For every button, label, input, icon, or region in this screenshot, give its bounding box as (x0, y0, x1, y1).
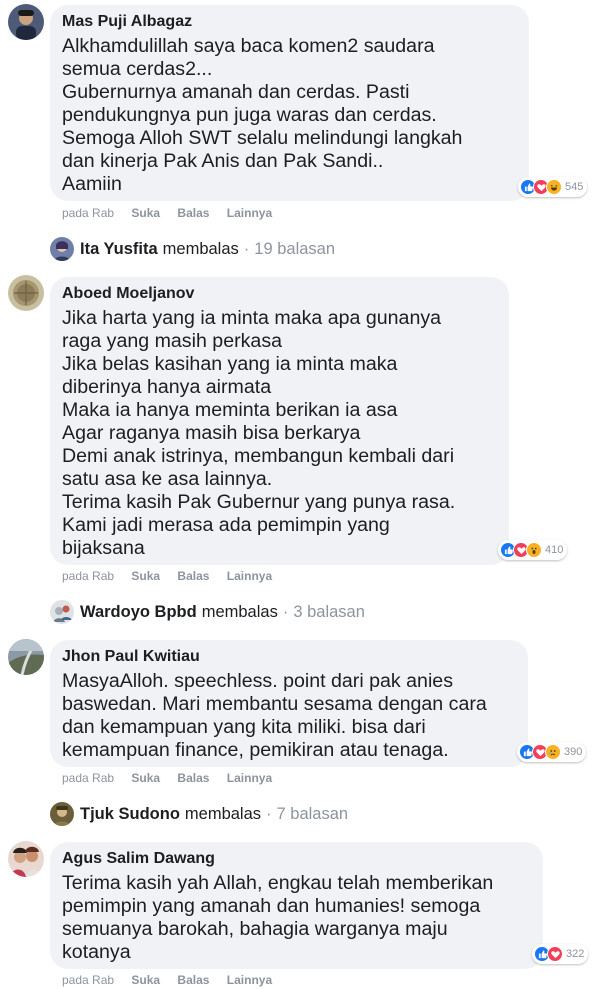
reaction-count: 322 (566, 948, 585, 960)
more-button[interactable]: Lainnya (227, 206, 272, 220)
comment-author[interactable]: Mas Puji Albagaz (62, 12, 517, 32)
comment-text: MasyaAlloh. speechless. point dari pak a… (62, 670, 487, 761)
separator: · (266, 804, 272, 823)
haha-reaction-icon (546, 179, 562, 195)
more-button[interactable]: Lainnya (227, 569, 272, 583)
separator: · (282, 602, 289, 621)
reply-author[interactable]: Wardoyo Bpbd (80, 603, 197, 622)
reply-verb: membalas (184, 804, 262, 823)
reply-author[interactable]: Ita Yusfita (80, 240, 158, 259)
avatar[interactable] (8, 639, 44, 675)
comment-bubble: Aboed Moeljanov Jika harta yang ia minta… (50, 277, 509, 565)
reaction-summary[interactable]: 390 (517, 742, 587, 762)
reaction-summary[interactable]: 545 (518, 177, 588, 197)
replies-preview[interactable]: Wardoyo Bpbd membalas · 3 balasan (50, 600, 365, 624)
reaction-summary[interactable]: 410 (498, 540, 568, 560)
comment-author[interactable]: Jhon Paul Kwitiau (62, 647, 516, 667)
reply-count[interactable]: 7 balasan (277, 805, 349, 824)
reply-button[interactable]: Balas (177, 973, 209, 987)
love-reaction-icon (547, 946, 563, 962)
reply-button[interactable]: Balas (177, 771, 209, 785)
more-button[interactable]: Lainnya (227, 771, 272, 785)
like-button[interactable]: Suka (131, 771, 160, 785)
avatar[interactable] (8, 841, 44, 877)
replies-preview[interactable]: Tjuk Sudono membalas · 7 balasan (50, 802, 348, 826)
more-button[interactable]: Lainnya (227, 973, 272, 987)
like-button[interactable]: Suka (131, 973, 160, 987)
comment-text: Alkhamdulillah saya baca komen2 saudara … (62, 35, 463, 195)
replies-preview[interactable]: Ita Yusfita membalas · 19 balasan (50, 237, 335, 261)
comment-bubble: Mas Puji Albagaz Alkhamdulillah saya bac… (50, 5, 529, 201)
comment-text: Terima kasih yah Allah, engkau telah mem… (62, 872, 494, 963)
comment-timestamp[interactable]: pada Rab (62, 973, 114, 987)
comment-author[interactable]: Agus Salim Dawang (62, 849, 531, 869)
comment-timestamp[interactable]: pada Rab (62, 569, 114, 583)
reaction-summary[interactable]: 322 (532, 944, 589, 964)
reply-avatar (50, 600, 74, 624)
comment-author[interactable]: Aboed Moeljanov (62, 284, 497, 304)
comment-bubble: Agus Salim Dawang Terima kasih yah Allah… (50, 842, 543, 969)
reaction-count: 410 (545, 544, 564, 556)
separator: · (243, 239, 250, 258)
comment-bubble: Jhon Paul Kwitiau MasyaAlloh. speechless… (50, 640, 528, 767)
comment-actions: pada Rab Suka Balas Lainnya (62, 206, 286, 222)
comment-timestamp[interactable]: pada Rab (62, 206, 114, 220)
comment-timestamp[interactable]: pada Rab (62, 771, 114, 785)
avatar[interactable] (8, 4, 44, 40)
comment-actions: pada Rab Suka Balas Lainnya (62, 973, 286, 989)
reaction-count: 545 (565, 181, 584, 193)
reply-verb: membalas (162, 239, 239, 258)
reply-button[interactable]: Balas (177, 569, 209, 583)
avatar[interactable] (8, 275, 44, 311)
reply-count[interactable]: 19 balasan (254, 240, 335, 259)
comment-actions: pada Rab Suka Balas Lainnya (62, 771, 286, 787)
reply-verb: membalas (201, 602, 278, 621)
sad-reaction-icon (545, 744, 561, 760)
reply-button[interactable]: Balas (177, 206, 209, 220)
comment-text: Jika harta yang ia minta maka apa gunany… (62, 307, 456, 559)
reaction-count: 390 (564, 746, 583, 758)
reply-avatar (50, 237, 74, 261)
like-button[interactable]: Suka (131, 569, 160, 583)
like-button[interactable]: Suka (131, 206, 160, 220)
reply-avatar (50, 802, 74, 826)
wow-reaction-icon (526, 542, 542, 558)
reply-author[interactable]: Tjuk Sudono (80, 805, 180, 824)
comment-actions: pada Rab Suka Balas Lainnya (62, 569, 286, 585)
reply-count[interactable]: 3 balasan (293, 603, 365, 622)
